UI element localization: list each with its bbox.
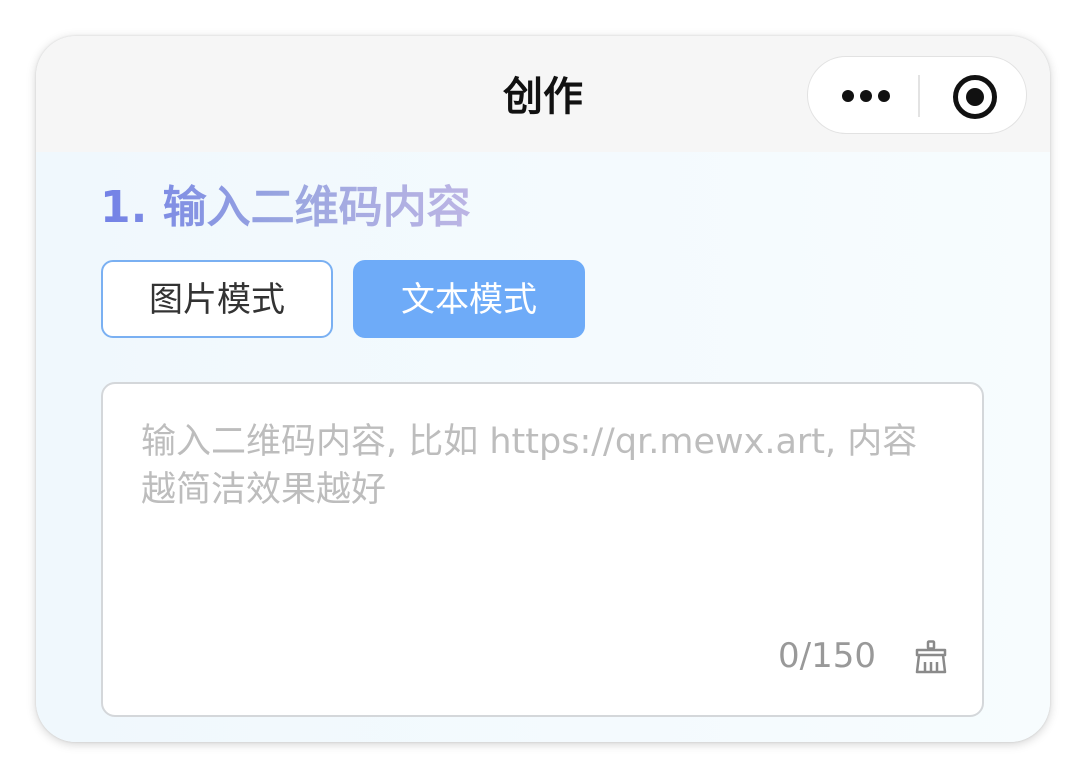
- text-mode-button[interactable]: 文本模式: [353, 260, 585, 338]
- broom-icon[interactable]: [913, 640, 949, 674]
- section-title: 1. 输入二维码内容: [100, 180, 471, 236]
- character-counter: 0/150: [778, 636, 876, 676]
- mini-program-window: 创作 1. 输入二维码内容 图片模式 文本模式 0/150: [36, 36, 1050, 742]
- more-button[interactable]: [808, 57, 918, 135]
- navigation-bar: 创作: [36, 36, 1050, 152]
- qr-content-textarea[interactable]: [141, 418, 941, 618]
- close-button[interactable]: [920, 57, 1028, 135]
- capsule-menu: [807, 56, 1027, 134]
- main-content: 1. 输入二维码内容 图片模式 文本模式 0/150: [36, 152, 1050, 742]
- qr-content-input-box: 0/150: [101, 382, 984, 717]
- image-mode-button[interactable]: 图片模式: [101, 260, 333, 338]
